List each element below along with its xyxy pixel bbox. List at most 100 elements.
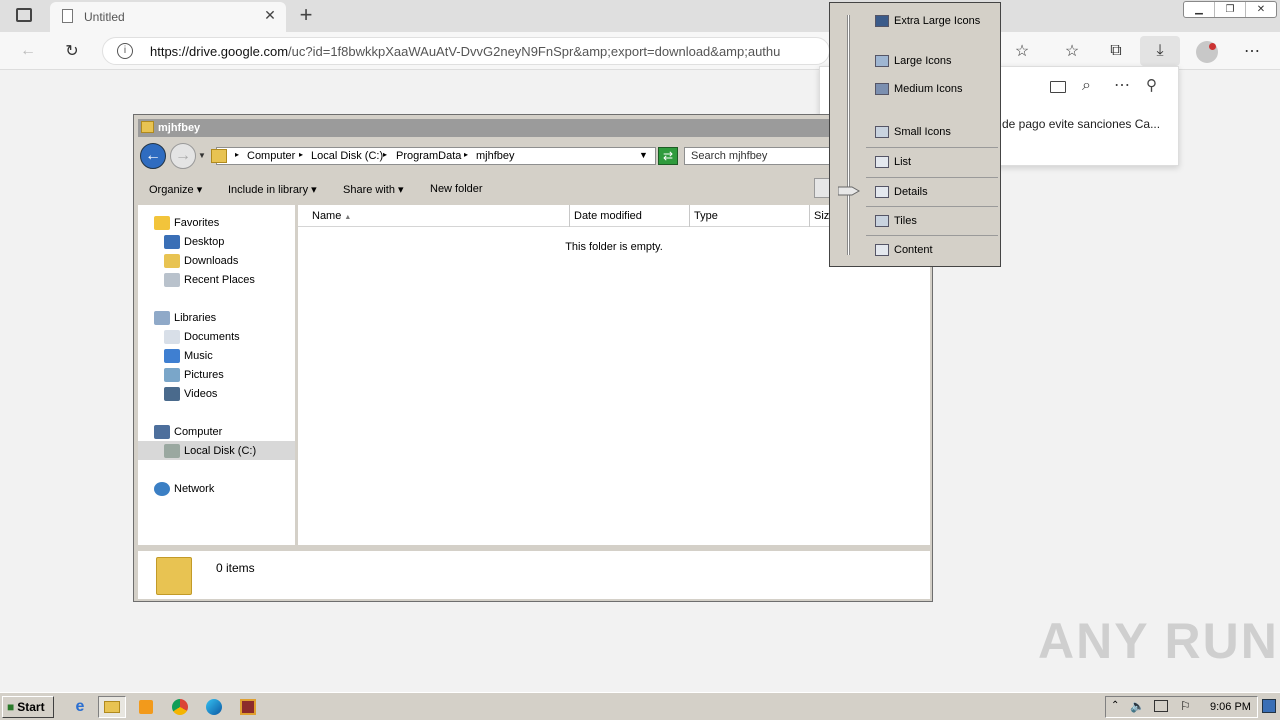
column-type[interactable]: Type [690, 205, 810, 227]
browser-tab-bar: Untitled ✕ + ▁ ❐ ✕ [0, 0, 1280, 32]
forward-arrow-icon[interactable]: → [170, 143, 196, 169]
nav-documents[interactable]: Documents [138, 327, 295, 346]
taskbar: ■ Start e ⌃ 🔈 ⚐ 9:06 PM [0, 692, 1280, 720]
videos-icon [164, 386, 180, 401]
view-menu: Extra Large Icons Large Icons Medium Ico… [829, 2, 1001, 267]
search-field[interactable]: Search mjhfbey [684, 147, 834, 165]
url-domain: https://drive.google.com [150, 44, 289, 59]
open-folder-icon[interactable] [1050, 81, 1066, 93]
url-path: /uc?id=1f8bwkkpXaaWAuAtV-DvvG2neyN9FnSpr… [288, 44, 781, 59]
nav-libraries[interactable]: Libraries [138, 308, 295, 327]
tiles-view-icon [875, 215, 889, 227]
organize-button[interactable]: Organize ▾ [149, 183, 202, 196]
nav-recent-places[interactable]: Recent Places [138, 270, 295, 289]
download-item-name[interactable]: de pago evite sanciones Ca... [1002, 117, 1160, 131]
view-medium-icons[interactable]: Medium Icons [875, 79, 995, 99]
network-tray-icon[interactable] [1154, 700, 1168, 712]
watermark-logo: ANY RUN [1038, 613, 1279, 669]
libraries-icon [154, 310, 170, 325]
view-tiles[interactable]: Tiles [875, 211, 995, 231]
breadcrumb-computer[interactable]: Computer [247, 150, 295, 162]
avatar[interactable] [1196, 41, 1218, 63]
taskbar-media-player-icon[interactable] [132, 696, 160, 718]
downloads-button[interactable]: ⤓ [1140, 36, 1180, 66]
explorer-title-bar[interactable]: mjhfbey [138, 119, 930, 137]
nav-videos[interactable]: Videos [138, 384, 295, 403]
explorer-window: mjhfbey ← → ▼ ▸ Computer ▸ Local Disk (C… [133, 114, 933, 602]
restore-button[interactable]: ❐ [1215, 2, 1246, 17]
recent-places-icon [164, 272, 180, 287]
medium-icons-icon [875, 83, 889, 95]
show-desktop-icon[interactable] [1262, 699, 1276, 713]
show-hidden-icons-icon[interactable]: ⌃ [1111, 700, 1119, 711]
windows-logo-icon: ■ [7, 700, 15, 714]
recent-pages-chevron-icon[interactable]: ▼ [198, 151, 206, 160]
nav-computer[interactable]: Computer [138, 422, 295, 441]
view-content[interactable]: Content [875, 240, 995, 260]
nav-pictures[interactable]: Pictures [138, 365, 295, 384]
column-date-modified[interactable]: Date modified [570, 205, 690, 227]
taskbar-explorer-icon[interactable] [98, 696, 126, 718]
nav-desktop[interactable]: Desktop [138, 232, 295, 251]
collections-icon[interactable]: ⧉ [1104, 40, 1128, 62]
add-favorite-icon[interactable]: ☆ [1010, 40, 1034, 62]
small-icons-icon [875, 126, 889, 138]
taskbar-app-icon[interactable] [234, 696, 262, 718]
menu-separator [866, 235, 998, 236]
breadcrumb-programdata[interactable]: ProgramData [396, 150, 461, 162]
nav-network[interactable]: Network [138, 479, 295, 498]
system-tray: ⌃ 🔈 ⚐ 9:06 PM [1105, 696, 1258, 718]
nav-downloads[interactable]: Downloads [138, 251, 295, 270]
more-options-icon[interactable]: ⋯ [1114, 75, 1130, 95]
view-slider-thumb[interactable] [838, 186, 860, 196]
view-slider-track[interactable] [847, 15, 850, 255]
explorer-address-bar[interactable]: ▸ Computer ▸ Local Disk (C:) ▸ ProgramDa… [211, 147, 656, 165]
refresh-icon[interactable]: ⇄ [658, 147, 678, 165]
new-folder-button[interactable]: New folder [430, 183, 483, 195]
view-large-icons[interactable]: Large Icons [875, 51, 995, 71]
column-name[interactable]: Name ▲ [308, 205, 570, 227]
clock[interactable]: 9:06 PM [1210, 701, 1251, 713]
content-view-icon [875, 244, 889, 256]
address-bar[interactable]: i https://drive.google.com/uc?id=1f8bwkk… [102, 37, 830, 65]
back-button[interactable]: ← [16, 40, 40, 62]
menu-separator [866, 206, 998, 207]
browser-tab[interactable]: Untitled ✕ [50, 2, 286, 32]
view-extra-large-icons[interactable]: Extra Large Icons [875, 11, 995, 31]
breadcrumb-current-folder[interactable]: mjhfbey [476, 150, 515, 162]
close-tab-icon[interactable]: ✕ [262, 7, 278, 24]
list-view-icon [875, 156, 889, 168]
nav-music[interactable]: Music [138, 346, 295, 365]
tab-actions-icon[interactable] [16, 8, 32, 22]
item-count: 0 items [216, 561, 255, 575]
favorites-icon[interactable]: ☆ [1060, 40, 1084, 62]
tab-title: Untitled [84, 10, 125, 24]
back-arrow-icon[interactable]: ← [140, 143, 166, 169]
details-view-icon [875, 186, 889, 198]
action-center-flag-icon[interactable]: ⚐ [1180, 699, 1191, 713]
pin-icon[interactable]: ⚲ [1146, 76, 1157, 94]
command-bar: Organize ▾ Include in library ▾ Share wi… [138, 177, 930, 200]
share-with-button[interactable]: Share with ▾ [343, 183, 404, 196]
nav-local-disk[interactable]: Local Disk (C:) [138, 441, 295, 460]
nav-favorites[interactable]: Favorites [138, 213, 295, 232]
close-button[interactable]: ✕ [1246, 2, 1276, 17]
include-in-library-button[interactable]: Include in library ▾ [228, 183, 317, 196]
info-icon[interactable]: i [117, 43, 133, 59]
start-button[interactable]: ■ Start [2, 696, 54, 718]
taskbar-ie-icon[interactable]: e [66, 696, 94, 718]
more-menu-icon[interactable]: ⋯ [1240, 40, 1264, 62]
view-list[interactable]: List [875, 152, 995, 172]
drive-icon [164, 443, 180, 458]
new-tab-button[interactable]: + [296, 4, 316, 26]
taskbar-edge-icon[interactable] [200, 696, 228, 718]
breadcrumb-local-disk[interactable]: Local Disk (C:) [311, 150, 383, 162]
refresh-button[interactable]: ↻ [60, 40, 84, 62]
view-details[interactable]: Details [875, 182, 995, 202]
minimize-button[interactable]: ▁ [1184, 2, 1215, 17]
volume-icon[interactable]: 🔈 [1130, 699, 1145, 713]
view-small-icons[interactable]: Small Icons [875, 122, 995, 142]
taskbar-chrome-icon[interactable] [166, 696, 194, 718]
search-icon[interactable]: ⌕ [1082, 77, 1091, 95]
address-dropdown-icon[interactable]: ▼ [639, 150, 648, 160]
